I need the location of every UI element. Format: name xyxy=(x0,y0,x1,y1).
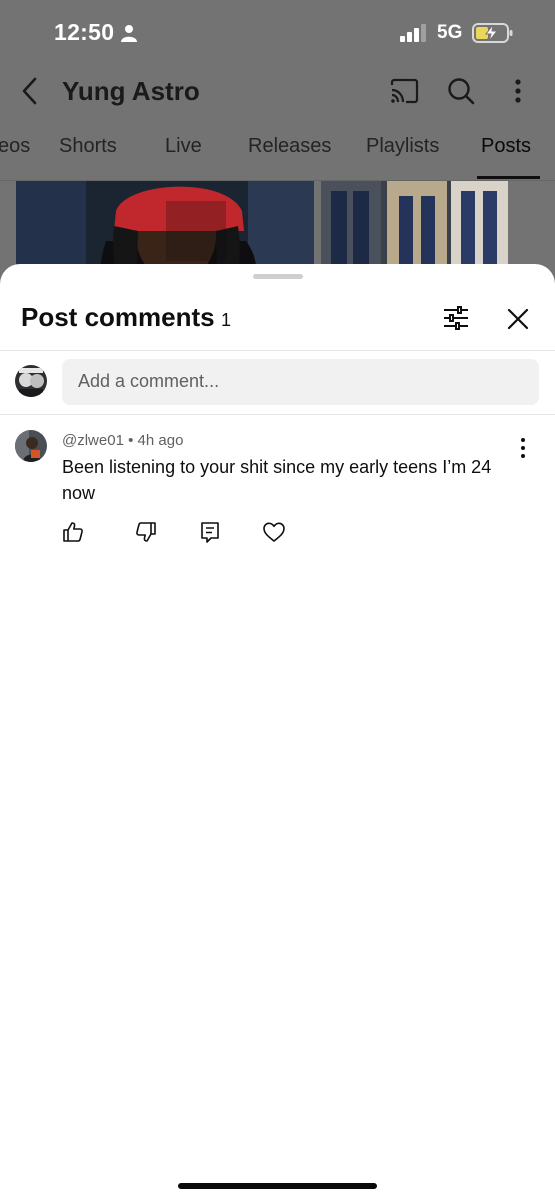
more-vertical-icon[interactable] xyxy=(508,76,528,106)
tab-live[interactable]: Live xyxy=(165,135,202,158)
thumb-down-icon[interactable] xyxy=(134,520,158,544)
add-comment-input[interactable]: Add a comment... xyxy=(62,359,539,405)
header-divider xyxy=(0,350,555,351)
input-divider xyxy=(0,414,555,415)
sliders-icon[interactable] xyxy=(442,304,470,332)
channel-page-background: 12:50 5G Yung Astro eos Shorts Live Rele… xyxy=(0,0,555,300)
comment-meta: @zlwe01 • 4h ago xyxy=(62,432,183,449)
commenter-avatar[interactable] xyxy=(15,430,47,462)
my-avatar xyxy=(15,365,47,397)
tab-shorts[interactable]: Shorts xyxy=(59,135,117,158)
comments-sheet: Post comments 1 Add a comment... @zlwe01… xyxy=(0,264,555,1200)
channel-top-bar: Yung Astro xyxy=(0,66,555,116)
comment-count: 1 xyxy=(221,310,232,330)
chevron-left-icon[interactable] xyxy=(18,76,44,106)
drag-handle[interactable] xyxy=(253,274,303,279)
comment-item: @zlwe01 • 4h ago Been listening to your … xyxy=(0,424,555,554)
cast-icon[interactable] xyxy=(389,77,419,105)
channel-title: Yung Astro xyxy=(62,76,200,106)
comment-text: Been listening to your shit since my ear… xyxy=(62,457,492,503)
network-label: 5G xyxy=(437,22,463,43)
sheet-title: Post comments xyxy=(21,302,215,332)
signal-icon xyxy=(400,24,426,42)
status-bar: 12:50 5G xyxy=(0,0,555,66)
tab-playlists[interactable]: Playlists xyxy=(366,135,439,158)
home-indicator[interactable] xyxy=(178,1183,377,1189)
reply-icon[interactable] xyxy=(198,520,222,544)
battery-charging-icon xyxy=(472,23,513,43)
comment-time: 4h ago xyxy=(137,432,184,449)
meta-separator: • xyxy=(128,432,134,449)
thumb-up-icon[interactable] xyxy=(61,520,85,544)
tab-posts[interactable]: Posts xyxy=(481,135,531,158)
close-icon[interactable] xyxy=(505,306,531,332)
channel-tabs: eos Shorts Live Releases Playlists Posts xyxy=(0,120,555,181)
status-time: 12:50 xyxy=(54,19,115,45)
search-icon[interactable] xyxy=(446,76,476,106)
tab-releases[interactable]: Releases xyxy=(248,135,331,158)
comment-author[interactable]: @zlwe01 xyxy=(62,432,124,449)
active-tab-indicator xyxy=(477,176,540,179)
person-icon xyxy=(121,25,137,42)
heart-icon[interactable] xyxy=(262,520,286,544)
tab-videos[interactable]: eos xyxy=(0,135,30,158)
